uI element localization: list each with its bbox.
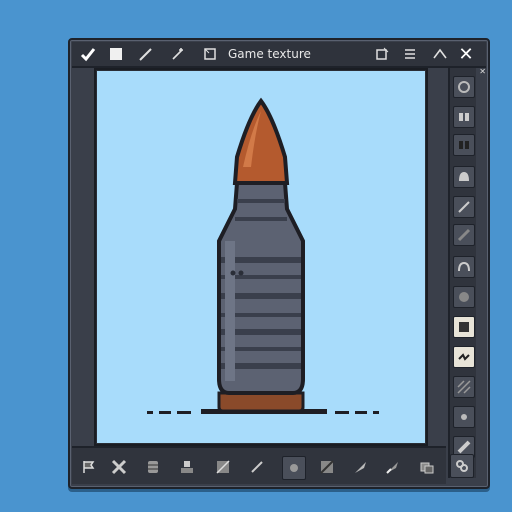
dot-tool-icon[interactable] (282, 456, 306, 480)
panel-close-icon[interactable]: ✕ (479, 67, 486, 76)
right-tool-panel (448, 68, 476, 478)
dome-icon[interactable] (453, 256, 475, 278)
pair-icon[interactable] (453, 106, 475, 128)
link-selected-icon[interactable] (453, 346, 475, 368)
layers-icon[interactable] (416, 456, 438, 478)
wand-icon[interactable] (168, 44, 188, 64)
helmet-icon[interactable] (453, 166, 475, 188)
square-diag-icon[interactable] (316, 456, 338, 478)
cross-icon[interactable] (108, 456, 130, 478)
flag-icon[interactable] (78, 456, 100, 478)
line-icon[interactable] (453, 196, 475, 218)
bullet-sprite (147, 97, 379, 414)
grid-icon[interactable] (453, 76, 475, 98)
crop-icon[interactable] (372, 44, 392, 64)
barrel-icon[interactable] (142, 456, 164, 478)
frame-icon[interactable] (200, 44, 220, 64)
square-icon[interactable] (106, 44, 126, 64)
chain-icon[interactable] (450, 454, 474, 478)
canvas-frame (94, 68, 428, 446)
pair-dark-icon[interactable] (453, 134, 475, 156)
pencil-icon[interactable] (136, 44, 156, 64)
editor-window: Game texture ✕ ✕ (68, 38, 490, 489)
stamp-icon[interactable] (176, 456, 198, 478)
arrow-icon[interactable] (430, 44, 450, 64)
bottom-toolbar (72, 446, 446, 484)
circle-icon[interactable] (453, 286, 475, 308)
menu-icon[interactable] (400, 44, 420, 64)
brush-icon[interactable] (246, 456, 268, 478)
bullet-icon[interactable] (350, 456, 372, 478)
hatch-icon[interactable] (453, 376, 475, 398)
square-slash-icon[interactable] (212, 456, 234, 478)
dot-icon[interactable] (453, 406, 475, 428)
check-icon[interactable] (78, 44, 98, 64)
titlebar: Game texture ✕ (72, 42, 486, 68)
texture-canvas[interactable] (97, 71, 425, 443)
window-title: Game texture (228, 47, 311, 61)
close-icon[interactable]: ✕ (456, 44, 476, 65)
bullet-alt-icon[interactable] (382, 456, 404, 478)
frame-selected-icon[interactable] (453, 316, 475, 338)
slash-icon[interactable] (453, 224, 475, 246)
